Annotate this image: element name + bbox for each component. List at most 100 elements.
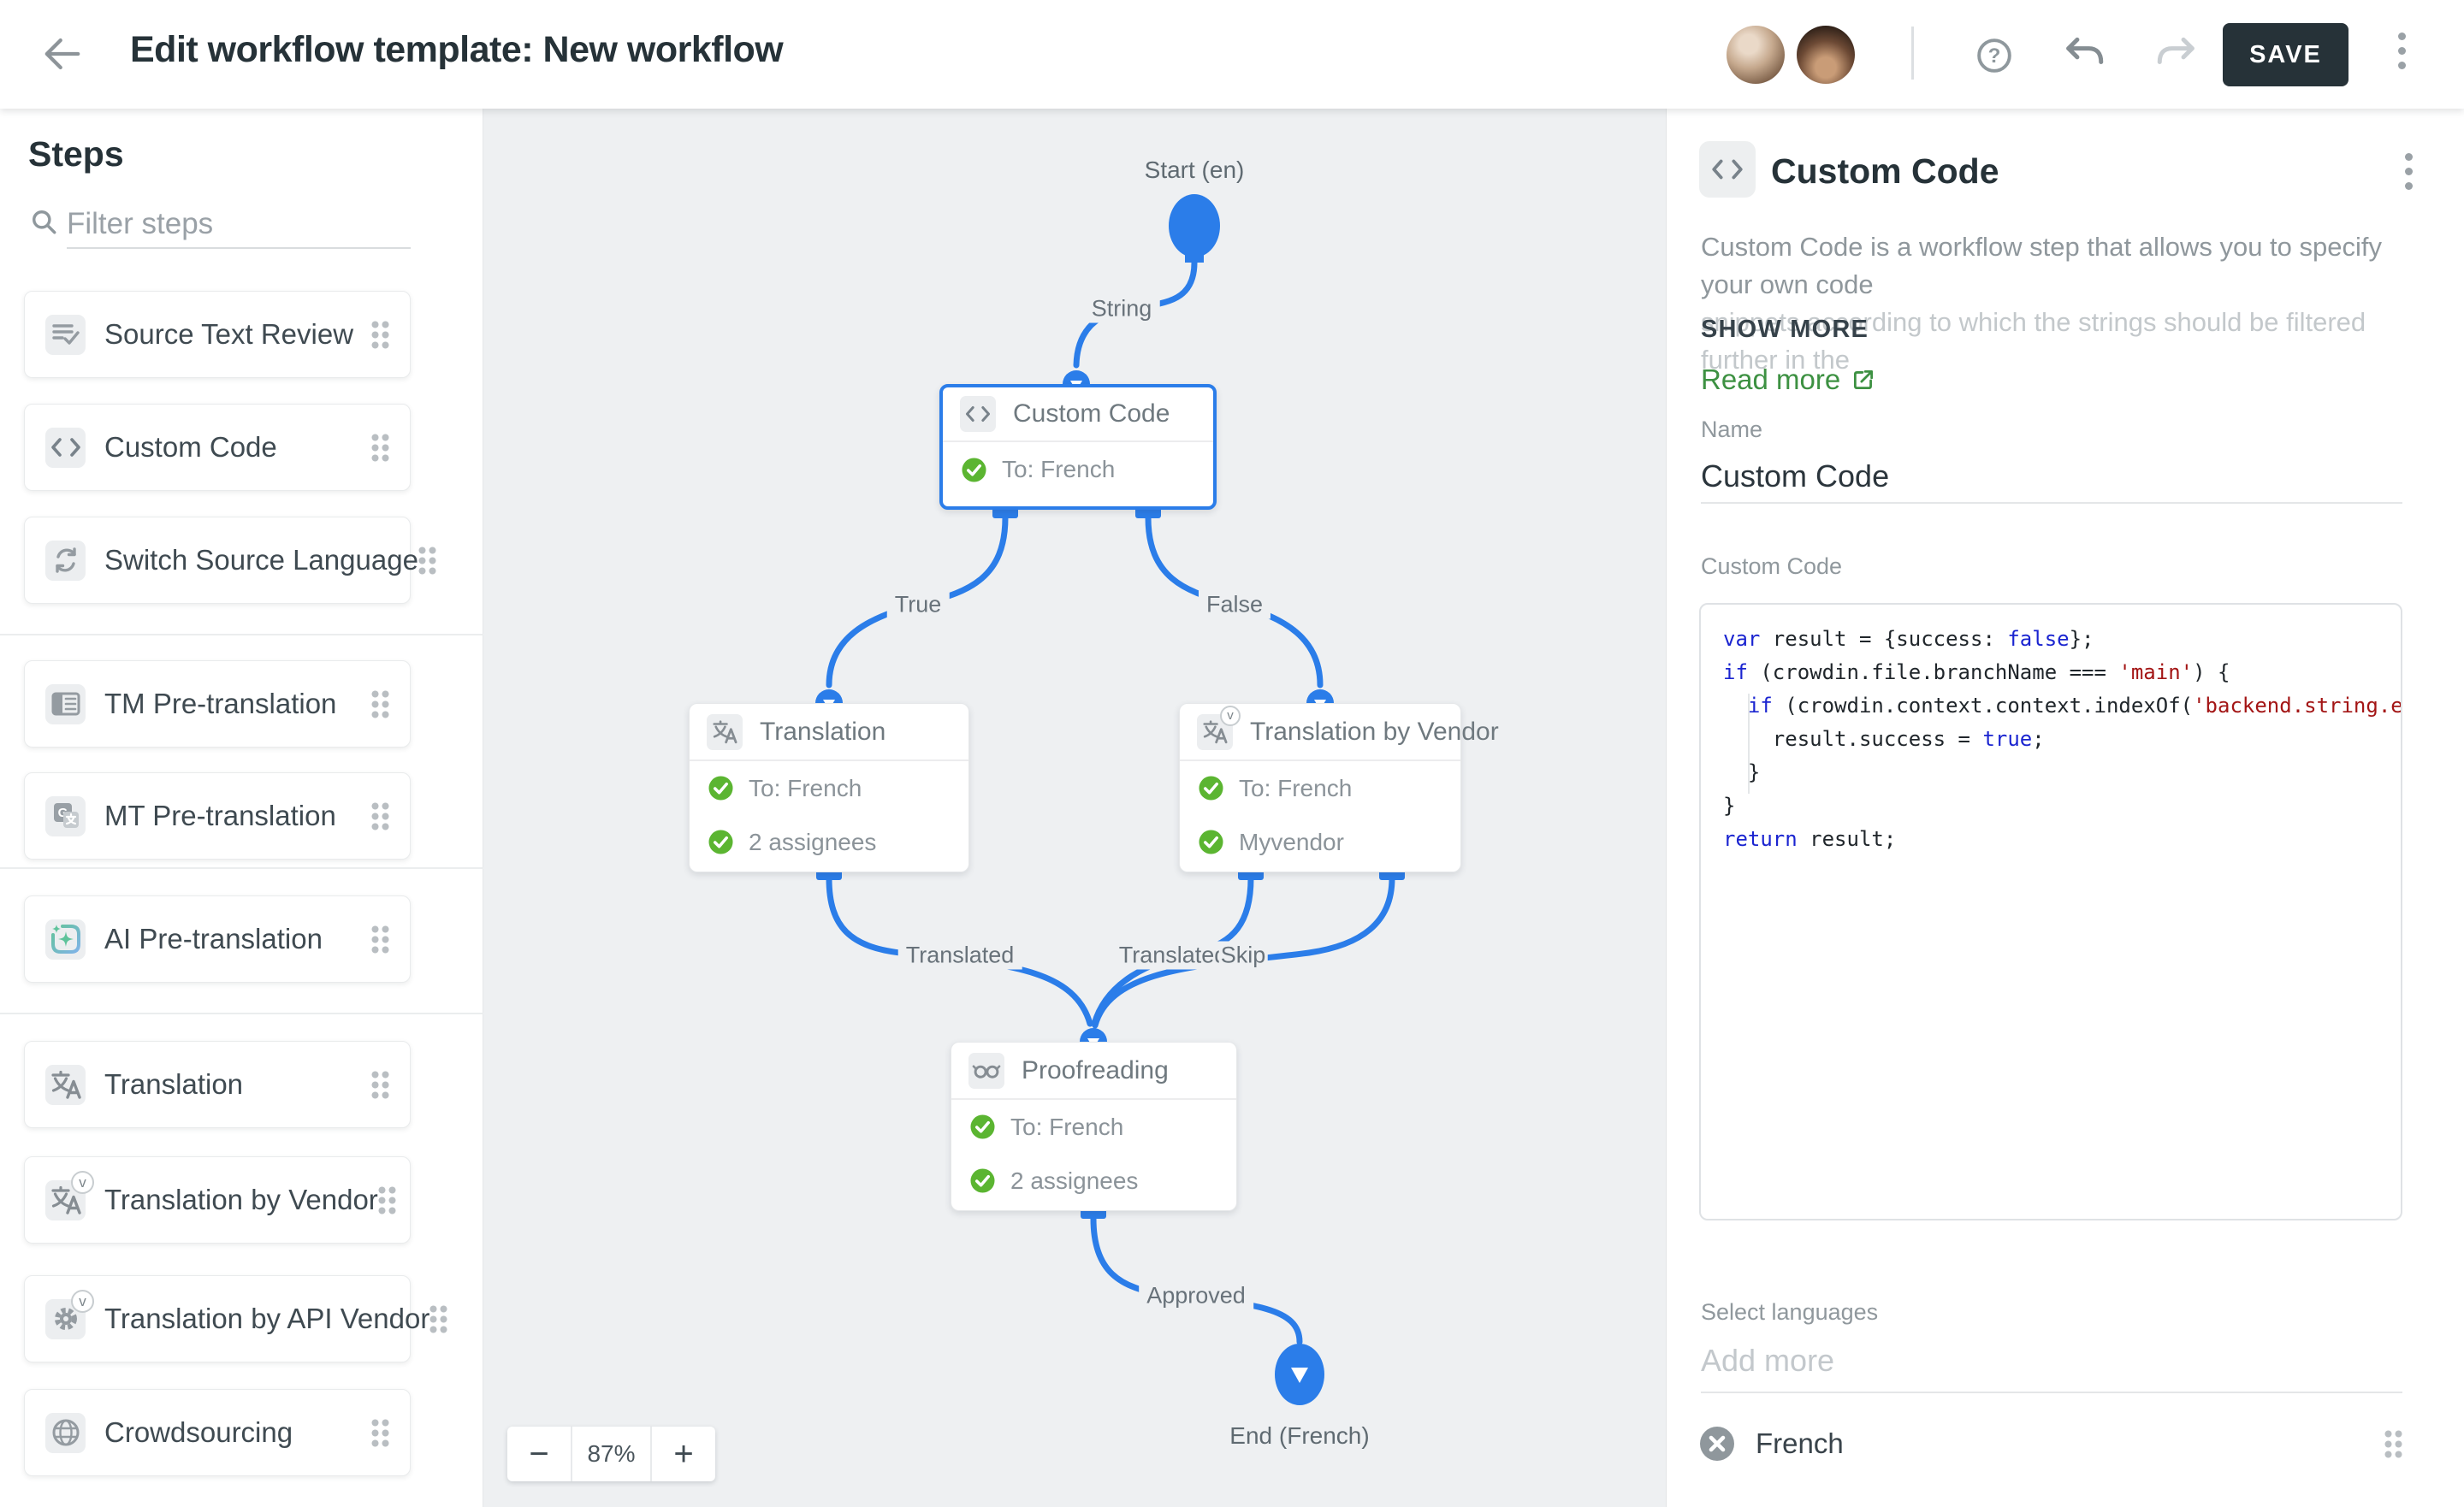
node-title: Translation by Vendor <box>1250 718 1499 747</box>
node-status-row: 2 assignees <box>690 815 968 869</box>
back-arrow-icon <box>41 34 84 74</box>
show-more-button[interactable]: SHOW MORE <box>1701 316 1869 344</box>
zoom-out-button[interactable]: − <box>507 1427 571 1481</box>
node-translation[interactable]: Translation To: French 2 assignees <box>689 703 969 872</box>
page-title: Edit workflow template: New workflow <box>130 29 783 71</box>
workflow-editor-app: Edit workflow template: New workflow SAV… <box>0 0 2464 1507</box>
zoom-level: 87% <box>571 1427 652 1481</box>
start-node[interactable] <box>1169 194 1220 257</box>
check-icon <box>970 1114 995 1139</box>
zoom-control: − 87% + <box>507 1427 715 1481</box>
sidebar-item-label: Translation <box>104 1068 371 1101</box>
sidebar-item-translation[interactable]: Translation <box>24 1041 411 1128</box>
sidebar-item-tm-pre-translation[interactable]: TM Pre-translation <box>24 660 411 748</box>
collaborator-avatar-2[interactable] <box>1797 26 1855 84</box>
name-field-label: Name <box>1701 417 1762 443</box>
back-button[interactable] <box>41 34 84 75</box>
mt-icon <box>45 796 86 836</box>
read-more-link[interactable]: Read more <box>1701 363 1876 396</box>
drag-handle-icon[interactable] <box>371 321 389 349</box>
glasses-icon <box>968 1053 1004 1089</box>
sidebar-item-custom-code[interactable]: Custom Code <box>24 404 411 491</box>
node-title: Translation <box>760 718 886 747</box>
sidebar-item-label: Translation by Vendor <box>104 1184 378 1216</box>
undo-button[interactable] <box>2064 36 2103 72</box>
filter-steps-field <box>28 201 411 251</box>
vendor-badge: v <box>1220 706 1241 726</box>
redo-icon <box>2154 36 2197 67</box>
node-status-row: Myvendor <box>1180 815 1460 869</box>
sidebar-item-label: Crowdsourcing <box>104 1416 371 1449</box>
workflow-canvas[interactable]: Start (en) End (French) String True Fals… <box>483 109 1666 1507</box>
start-node-stub <box>1185 252 1204 263</box>
drag-handle-icon[interactable] <box>371 1419 389 1447</box>
globe-icon <box>45 1413 86 1453</box>
filter-steps-input[interactable] <box>67 201 411 249</box>
sidebar-item-mt-pre-translation[interactable]: MT Pre-translation <box>24 772 411 860</box>
code-icon <box>45 428 86 468</box>
search-icon <box>31 209 58 236</box>
name-input[interactable] <box>1701 451 2402 504</box>
check-icon <box>1199 776 1223 801</box>
drag-handle-icon[interactable] <box>418 547 436 575</box>
help-icon <box>1975 36 2014 75</box>
node-status-row: To: French <box>943 442 1213 497</box>
start-node-label: Start (en) <box>1145 157 1245 184</box>
drag-handle-icon[interactable] <box>371 1071 389 1099</box>
group-divider <box>0 634 483 635</box>
edge-approved <box>1093 1219 1300 1342</box>
tm-icon <box>45 684 86 724</box>
group-divider <box>0 867 483 869</box>
drag-handle-icon[interactable] <box>429 1305 447 1333</box>
sidebar-item-translation-by-api-vendor[interactable]: v Translation by API Vendor <box>24 1275 411 1362</box>
node-translation-by-vendor[interactable]: v Translation by Vendor To: French Myven… <box>1179 703 1461 872</box>
save-button[interactable]: SAVE <box>2223 23 2348 86</box>
add-language-input[interactable] <box>1701 1330 2402 1393</box>
node-status-row: To: French <box>1180 761 1460 815</box>
drag-handle-icon[interactable] <box>371 434 389 462</box>
step-settings-panel: Custom Code Custom Code is a workflow st… <box>1666 109 2464 1507</box>
drag-handle-icon[interactable] <box>371 802 389 830</box>
remove-language-icon[interactable] <box>1699 1426 1735 1462</box>
panel-menu-button[interactable] <box>2402 153 2414 190</box>
sidebar-item-label: Switch Source Language <box>104 544 418 576</box>
translate-icon <box>707 714 743 750</box>
select-languages-label: Select languages <box>1701 1299 1878 1326</box>
sidebar-item-label: MT Pre-translation <box>104 800 371 832</box>
node-header: Translation <box>690 704 968 761</box>
drag-handle-icon[interactable] <box>371 925 389 954</box>
edge-label-approved: Approved <box>1139 1282 1253 1310</box>
sidebar-item-source-text-review[interactable]: Source Text Review <box>24 291 411 378</box>
sidebar-item-label: Custom Code <box>104 431 371 464</box>
node-proofreading[interactable]: Proofreading To: French 2 assignees <box>951 1042 1237 1211</box>
collaborator-avatar-1[interactable] <box>1727 26 1785 84</box>
edge-label-translated: Translated <box>898 942 1022 970</box>
check-icon <box>970 1168 995 1193</box>
sidebar-item-label: Source Text Review <box>104 318 371 351</box>
vendor-badge: v <box>71 1290 94 1313</box>
help-button[interactable] <box>1975 36 2014 72</box>
custom-code-field-label: Custom Code <box>1701 553 1842 580</box>
code-editor[interactable]: var result = {success: false};if (crowdi… <box>1699 603 2402 1220</box>
sidebar-item-switch-source-language[interactable]: Switch Source Language <box>24 517 411 604</box>
check-icon <box>962 458 986 482</box>
sidebar-item-translation-by-vendor[interactable]: v Translation by Vendor <box>24 1156 411 1244</box>
node-title: Custom Code <box>1013 399 1170 428</box>
translate-icon: v <box>45 1180 86 1220</box>
node-header: v Translation by Vendor <box>1180 704 1460 761</box>
translate-icon: v <box>1197 714 1233 750</box>
drag-handle-icon[interactable] <box>371 690 389 718</box>
redo-button[interactable] <box>2154 36 2194 72</box>
edge-label-true: True <box>887 591 950 619</box>
topbar-menu-button[interactable] <box>2396 33 2408 69</box>
toolbar-divider <box>1911 27 1914 80</box>
node-custom-code[interactable]: Custom Code To: French <box>939 384 1217 510</box>
edge-label-string: String <box>1084 295 1160 323</box>
zoom-in-button[interactable]: + <box>652 1427 715 1481</box>
check-icon <box>708 776 733 801</box>
drag-handle-icon[interactable] <box>378 1186 396 1214</box>
sidebar-item-ai-pre-translation[interactable]: AI Pre-translation <box>24 895 411 983</box>
drag-handle-icon[interactable] <box>2384 1430 2402 1458</box>
sidebar-item-crowdsourcing[interactable]: Crowdsourcing <box>24 1389 411 1476</box>
code-content: var result = {success: false};if (crowdi… <box>1701 605 2401 1219</box>
